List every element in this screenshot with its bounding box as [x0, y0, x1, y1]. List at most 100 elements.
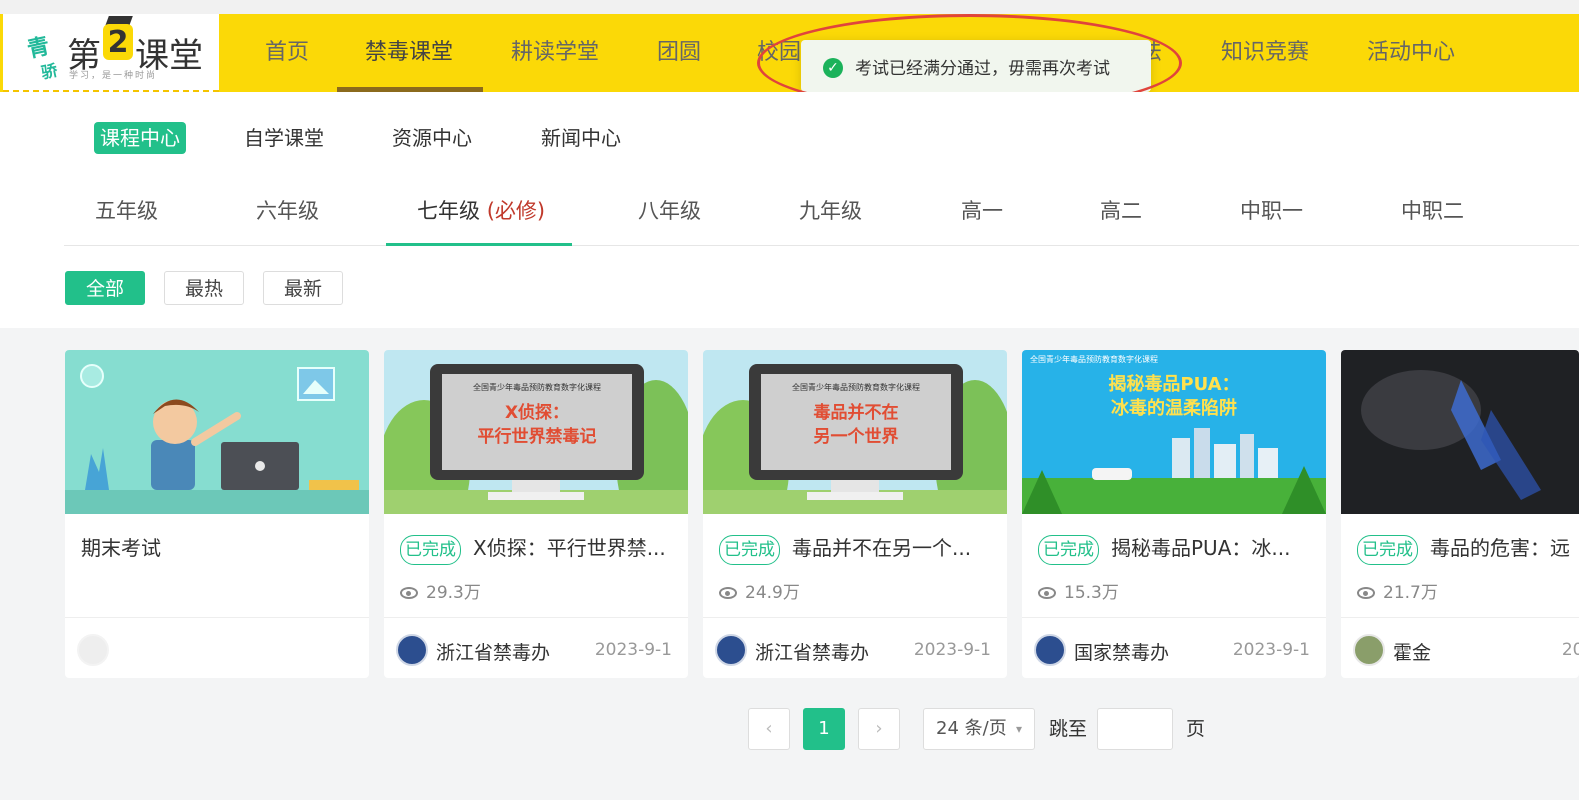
logo-slogan: 学习，是一种时尚 — [69, 71, 158, 81]
eye-icon — [1038, 587, 1056, 599]
nav-campus[interactable]: 校园 — [757, 14, 801, 92]
page-suffix-label: 页 — [1186, 718, 1206, 740]
site-logo[interactable]: 青 骄 第 2 课堂 学习，是一种时尚 — [3, 14, 219, 92]
filter-hot[interactable]: 最热 — [164, 271, 244, 305]
subnav-resource-center[interactable]: 资源中心 — [392, 122, 472, 154]
subnav-course-center[interactable]: 课程中心 — [94, 122, 186, 154]
course-card-x-detective[interactable]: 全国青少年毒品预防教育数字化课程 X侦探： 平行世界禁毒记 已完成 X侦探：平行世… — [384, 350, 688, 678]
grade-tab-8[interactable]: 八年级 — [638, 193, 701, 229]
grade-tab-vocational-2[interactable]: 中职二 — [1401, 193, 1464, 229]
author-name: 霍金 — [1393, 642, 1432, 664]
card-title-row: 已完成 X侦探：平行世界禁... — [400, 532, 680, 565]
filter-all[interactable]: 全部 — [65, 271, 145, 305]
grade-tab-5[interactable]: 五年级 — [95, 193, 158, 229]
nav-tuanyuan[interactable]: 团圆 — [657, 14, 701, 92]
jump-page-input[interactable] — [1097, 708, 1173, 750]
card-title: X侦探：平行世界禁... — [473, 536, 666, 560]
next-page-button[interactable]: › — [858, 708, 900, 750]
course-card-drug-pua[interactable]: 全国青少年毒品预防教育数字化课程 揭秘毒品PUA： 冰毒的温柔陷阱 已完成 揭秘毒… — [1022, 350, 1326, 678]
top-header: 青 骄 第 2 课堂 学习，是一种时尚 首页 禁毒课堂 耕读学堂 团圆 校园 法… — [0, 14, 1579, 92]
cover-title-line1: 揭秘毒品PUA： — [1108, 373, 1239, 395]
course-card-exam[interactable]: 期末考试 — [65, 350, 369, 678]
completed-badge: 已完成 — [719, 534, 780, 565]
view-count: 15.3万 — [1038, 578, 1119, 603]
logo-number-two: 2 — [103, 24, 133, 60]
publish-date: 2023-9-1 — [1561, 640, 1579, 660]
author-avatar — [77, 634, 109, 666]
jump-to-label: 跳至 — [1049, 718, 1088, 740]
view-count-value: 29.3万 — [426, 583, 481, 603]
card-title-row: 已完成 毒品并不在另一个... — [719, 532, 999, 565]
card-title: 毒品的危害：远 — [1430, 536, 1570, 560]
prev-page-button[interactable]: ‹ — [748, 708, 790, 750]
monitor-course-cover: 全国青少年毒品预防教育数字化课程 X侦探： 平行世界禁毒记 — [384, 350, 688, 514]
view-count: 21.7万 — [1357, 578, 1438, 603]
grade-tab-vocational-1[interactable]: 中职一 — [1240, 193, 1303, 229]
author-avatar — [715, 634, 747, 666]
card-thumbnail — [65, 350, 369, 514]
monitor-course-cover: 全国青少年毒品预防教育数字化课程 毒品并不在 另一个世界 — [703, 350, 1007, 514]
card-thumbnail: 全国青少年毒品预防教育数字化课程 揭秘毒品PUA： 冰毒的温柔陷阱 — [1022, 350, 1326, 514]
completed-badge: 已完成 — [400, 534, 461, 565]
success-toast: ✓ 考试已经满分通过，毋需再次考试 — [801, 40, 1151, 92]
dark-video-cover — [1341, 350, 1579, 514]
author-avatar — [1353, 634, 1385, 666]
card-title: 期末考试 — [81, 536, 161, 560]
eye-icon — [1357, 587, 1375, 599]
view-count-value: 24.9万 — [745, 583, 800, 603]
grade-tab-7-label: 七年级 — [417, 199, 480, 223]
completed-badge: 已完成 — [1357, 534, 1418, 565]
card-divider — [1022, 617, 1326, 618]
card-title: 毒品并不在另一个... — [792, 536, 972, 560]
grade-tab-senior-1[interactable]: 高一 — [961, 193, 1003, 229]
card-divider — [703, 617, 1007, 618]
view-count-value: 15.3万 — [1064, 583, 1119, 603]
cover-title-line2: 平行世界禁毒记 — [478, 426, 597, 447]
author-name: 浙江省禁毒办 — [755, 642, 870, 664]
nav-quiz[interactable]: 知识竞赛 — [1221, 14, 1309, 92]
completed-badge: 已完成 — [1038, 534, 1099, 565]
card-title-row: 已完成 毒品的危害：远 — [1357, 532, 1579, 565]
chevron-down-icon: ▾ — [1015, 722, 1022, 736]
eye-icon — [719, 587, 737, 599]
nav-gengdu[interactable]: 耕读学堂 — [511, 14, 599, 92]
card-thumbnail — [1341, 350, 1579, 514]
view-count-value: 21.7万 — [1383, 583, 1438, 603]
nav-drug-class[interactable]: 禁毒课堂 — [365, 14, 453, 92]
author-name: 国家禁毒办 — [1074, 642, 1170, 664]
grade-tab-6[interactable]: 六年级 — [256, 193, 319, 229]
filter-newest[interactable]: 最新 — [263, 271, 343, 305]
nav-activity[interactable]: 活动中心 — [1367, 14, 1455, 92]
author-avatar — [396, 634, 428, 666]
cover-title-line1: X侦探： — [505, 402, 569, 423]
city-course-cover: 全国青少年毒品预防教育数字化课程 揭秘毒品PUA： 冰毒的温柔陷阱 — [1022, 350, 1326, 514]
author-avatar — [1034, 634, 1066, 666]
view-count: 24.9万 — [719, 578, 800, 603]
subnav-self-study[interactable]: 自学课堂 — [244, 122, 324, 154]
check-circle-icon: ✓ — [823, 58, 843, 78]
course-card-drug-harm[interactable]: 已完成毒品的危害：远 21.7万 霍金 2023-9-1 — [1341, 350, 1579, 678]
nav-home[interactable]: 首页 — [265, 14, 309, 92]
browser-top-strip — [0, 0, 1579, 14]
subnav-news-center[interactable]: 新闻中心 — [541, 122, 621, 154]
grade-tab-7[interactable]: 七年级 (必修) — [417, 193, 545, 229]
grade-tabs-divider — [64, 245, 1579, 246]
author-name: 浙江省禁毒办 — [436, 642, 551, 664]
card-thumbnail: 全国青少年毒品预防教育数字化课程 X侦探： 平行世界禁毒记 — [384, 350, 688, 514]
publish-date: 2023-9-1 — [1232, 640, 1310, 660]
cover-heading: 全国青少年毒品预防教育数字化课程 — [1030, 354, 1158, 364]
page-1-button[interactable]: 1 — [803, 708, 845, 750]
grade-required-tag: (必修) — [486, 199, 546, 223]
card-divider — [384, 617, 688, 618]
cover-title-line1: 毒品并不在 — [814, 402, 899, 423]
toast-message: 考试已经满分通过，毋需再次考试 — [855, 59, 1110, 79]
page-size-value: 24 条/页 — [936, 718, 1007, 739]
grade-tab-senior-2[interactable]: 高二 — [1100, 193, 1142, 229]
card-divider — [1341, 617, 1579, 618]
course-card-drugs-not-elsewhere[interactable]: 全国青少年毒品预防教育数字化课程 毒品并不在 另一个世界 已完成 毒品并不在另一个… — [703, 350, 1007, 678]
cover-title-line2: 冰毒的温柔陷阱 — [1111, 397, 1237, 419]
grade-tab-9[interactable]: 九年级 — [799, 193, 862, 229]
grade-active-underline — [386, 243, 572, 246]
student-laptop-illustration — [65, 350, 369, 514]
page-size-select[interactable]: 24 条/页 ▾ — [923, 708, 1035, 750]
